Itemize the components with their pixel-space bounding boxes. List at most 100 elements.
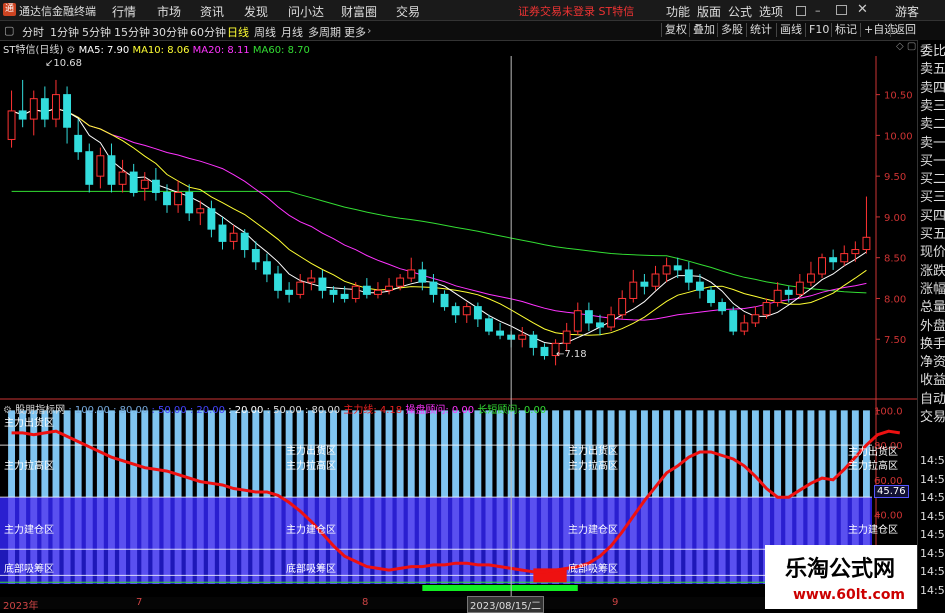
sidebar-item[interactable]: 涨幅 xyxy=(920,281,945,299)
candle-body xyxy=(673,265,682,271)
candle-body xyxy=(584,310,593,324)
menu-formula[interactable]: 公式 xyxy=(728,3,752,20)
price-tick-label: 7.50 xyxy=(884,335,906,346)
watermark-box: 乐淘公式网 www.60lt.com xyxy=(765,545,917,609)
guest-label[interactable]: 游客 xyxy=(895,3,919,20)
sidebar-time: 14:56 xyxy=(920,546,945,560)
menu-icon[interactable] xyxy=(796,6,806,16)
sidebar-item[interactable]: 买三 xyxy=(920,189,945,207)
period-daily[interactable]: 日线 xyxy=(227,24,249,40)
indicator-bar-top xyxy=(130,410,138,498)
menu-market[interactable]: 市场 xyxy=(157,3,181,20)
period-30min[interactable]: 30分钟 xyxy=(152,24,188,40)
btn-mark[interactable]: 标记 xyxy=(831,23,860,37)
menu-options[interactable]: 选项 xyxy=(759,3,783,20)
indicator-bar-top xyxy=(796,410,804,498)
indicator-bar-top xyxy=(363,410,371,498)
candle-body xyxy=(74,134,83,153)
candle-body xyxy=(329,289,338,295)
menu-discover[interactable]: 发现 xyxy=(244,3,268,20)
menu-ask[interactable]: 问小达 xyxy=(288,3,324,20)
menu-news[interactable]: 资讯 xyxy=(200,3,224,20)
candle-body xyxy=(473,306,482,320)
candle-body xyxy=(296,281,305,295)
candle-body xyxy=(385,285,393,291)
sidebar-item[interactable]: 卖四 xyxy=(920,80,945,98)
period-more[interactable]: 更多 xyxy=(344,24,366,40)
zone-sell-mid: 主力出货区 xyxy=(286,446,336,457)
menu-wealth[interactable]: 财富圈 xyxy=(341,3,377,20)
high-value: 10.68 xyxy=(53,58,83,69)
maximize-icon[interactable] xyxy=(836,5,847,15)
candle-body xyxy=(773,289,782,304)
settings-icon[interactable]: ⚙ xyxy=(66,45,75,56)
menu-function[interactable]: 功能 xyxy=(666,3,690,20)
toolbar-toggle-icon[interactable]: ▢ xyxy=(4,24,14,37)
sidebar-item[interactable]: 收益 xyxy=(920,372,945,390)
menu-quotes[interactable]: 行情 xyxy=(112,3,136,20)
btn-draw-line[interactable]: 画线 xyxy=(776,23,805,37)
btn-statistics[interactable]: 统计 xyxy=(746,23,775,37)
param-7: : 80.00 xyxy=(304,405,341,416)
sidebar-item[interactable]: 卖一 xyxy=(920,135,945,153)
sidebar-item[interactable]: 卖三 xyxy=(920,98,945,116)
indicator-bar-bottom xyxy=(463,497,471,584)
period-monthly[interactable]: 月线 xyxy=(281,24,303,40)
period-1min[interactable]: 1分钟 xyxy=(50,24,79,40)
period-5min[interactable]: 5分钟 xyxy=(82,24,111,40)
btn-f10[interactable]: F10 xyxy=(805,23,832,37)
sidebar-item[interactable]: 买一 xyxy=(920,153,945,171)
sidebar-item[interactable]: 总量 xyxy=(920,299,945,317)
sidebar-item[interactable]: 交易 xyxy=(920,409,945,427)
window-ctrl-icons[interactable]: ◇ ▢ xyxy=(896,41,916,52)
period-60min[interactable]: 60分钟 xyxy=(190,24,226,40)
indicator-bar-bottom xyxy=(452,497,460,584)
sidebar-time: 14:56 xyxy=(920,583,945,597)
candle-body xyxy=(573,310,582,332)
indicator-bar-top xyxy=(418,410,426,498)
indicator-bar-top xyxy=(196,410,204,498)
close-icon[interactable]: ✕ xyxy=(857,2,868,17)
candle-body xyxy=(307,277,316,283)
price-tick-label: 8.00 xyxy=(884,294,906,305)
period-multi[interactable]: 多周期 xyxy=(308,24,341,40)
sidebar-item[interactable]: 现价 xyxy=(920,244,945,262)
btn-restore-rights[interactable]: 复权 xyxy=(661,23,690,37)
minimize-icon[interactable]: – xyxy=(815,4,821,17)
chevron-right-icon[interactable]: › xyxy=(367,24,371,37)
indicator-bar-top xyxy=(352,410,360,498)
price-tick-label: 10.00 xyxy=(884,131,913,142)
sidebar-item[interactable]: 净资 xyxy=(920,354,945,372)
stock-chart[interactable]: 10.5010.009.509.008.508.007.50 100.080.0… xyxy=(0,40,917,597)
sidebar-item[interactable]: 委比 xyxy=(920,43,945,61)
btn-overlay[interactable]: 叠加 xyxy=(689,23,718,37)
ind-tick-label: 100.0 xyxy=(874,406,903,417)
sidebar-item[interactable]: 买五 xyxy=(920,226,945,244)
indicator-bar-bottom xyxy=(407,497,415,584)
sidebar-item[interactable]: 换手 xyxy=(920,336,945,354)
indicator-bar-bottom xyxy=(352,497,360,584)
btn-multi-stock[interactable]: 多股 xyxy=(717,23,746,37)
sidebar-item[interactable]: 自动 xyxy=(920,391,945,409)
indicator-bar-top xyxy=(241,410,249,498)
param-5: : 20.00 xyxy=(228,405,264,416)
indicator-bar-bottom xyxy=(707,497,715,584)
period-15min[interactable]: 15分钟 xyxy=(114,24,150,40)
sidebar-item[interactable]: 涨跌 xyxy=(920,263,945,281)
sidebar-item[interactable]: 外盘 xyxy=(920,318,945,336)
period-timeshare[interactable]: 分时 xyxy=(22,24,44,40)
indicator-bar-bottom xyxy=(652,497,659,584)
candle-body xyxy=(485,318,493,332)
sidebar-item[interactable]: 卖二 xyxy=(920,116,945,134)
candle-body xyxy=(740,322,749,332)
menu-trade[interactable]: 交易 xyxy=(396,3,420,20)
indicator-bar-bottom xyxy=(418,497,426,584)
sidebar-item[interactable]: 买二 xyxy=(920,171,945,189)
ind-tick-label: 40.00 xyxy=(874,511,903,522)
btn-back[interactable]: 返回 xyxy=(890,23,919,37)
period-weekly[interactable]: 周线 xyxy=(254,24,276,40)
sidebar-item[interactable]: 卖五 xyxy=(920,61,945,79)
date-month-9: 9 xyxy=(612,597,619,608)
sidebar-item[interactable]: 买四 xyxy=(920,208,945,226)
menu-layout[interactable]: 版面 xyxy=(697,3,721,20)
